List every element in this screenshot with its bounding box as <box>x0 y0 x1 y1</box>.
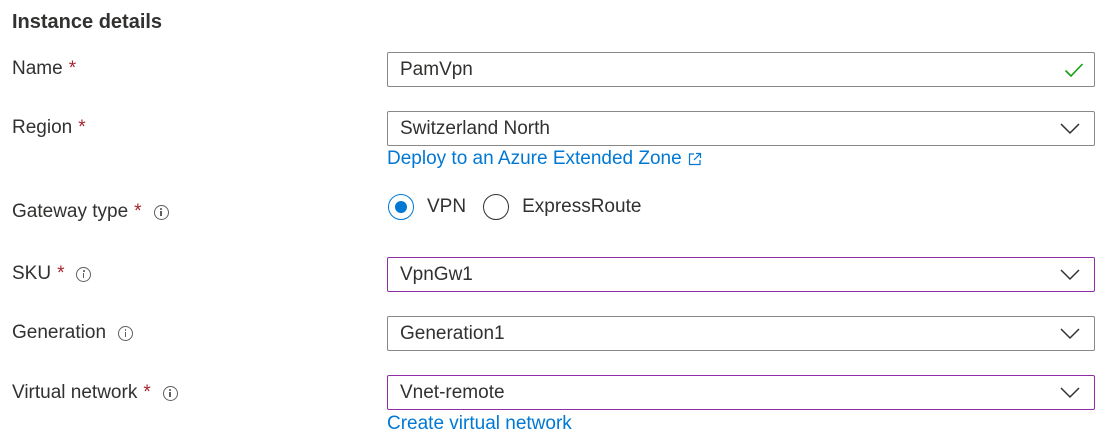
region-label-row: Region * <box>12 117 86 139</box>
region-label: Region <box>12 117 73 138</box>
radio-expressroute-label: ExpressRoute <box>522 196 642 217</box>
chevron-down-icon <box>1060 123 1080 135</box>
deploy-extended-zone-link[interactable]: Deploy to an Azure Extended Zone <box>387 148 702 170</box>
radio-option-vpn[interactable]: VPN <box>388 194 466 220</box>
info-icon[interactable] <box>153 204 169 220</box>
virtual-network-label-row: Virtual network * <box>12 382 178 404</box>
chevron-down-icon <box>1060 328 1080 340</box>
required-indicator: * <box>57 263 65 284</box>
checkmark-icon <box>1064 63 1084 78</box>
info-icon[interactable] <box>76 266 92 282</box>
radio-expressroute[interactable] <box>483 194 510 220</box>
name-input[interactable]: PamVpn <box>387 52 1095 87</box>
external-link-icon <box>688 152 701 166</box>
required-indicator: * <box>143 382 151 403</box>
section-title: Instance details <box>12 11 163 33</box>
sku-dropdown[interactable]: VpnGw1 <box>387 257 1095 292</box>
radio-vpn-label: VPN <box>427 196 467 217</box>
create-virtual-network-link[interactable]: Create virtual network <box>387 413 572 435</box>
sku-label: SKU <box>12 263 52 284</box>
gateway-type-label: Gateway type <box>12 201 129 222</box>
required-indicator: * <box>134 201 142 222</box>
virtual-network-label: Virtual network <box>12 382 138 403</box>
gateway-type-label-row: Gateway type * <box>12 201 169 223</box>
sku-label-row: SKU * <box>12 263 92 285</box>
info-icon[interactable] <box>118 325 134 341</box>
deploy-extended-zone-link-text: Deploy to an Azure Extended Zone <box>387 148 682 169</box>
info-icon[interactable] <box>162 385 178 401</box>
generation-label-row: Generation <box>12 322 134 344</box>
required-indicator: * <box>68 58 77 79</box>
name-label: Name <box>12 58 63 79</box>
radio-vpn[interactable] <box>388 194 414 220</box>
sku-dropdown-value: VpnGw1 <box>400 263 473 285</box>
radio-option-expressroute[interactable]: ExpressRoute <box>483 194 641 220</box>
generation-dropdown-value: Generation1 <box>400 322 505 344</box>
generation-dropdown[interactable]: Generation1 <box>387 316 1095 351</box>
required-indicator: * <box>78 117 86 138</box>
chevron-down-icon <box>1060 387 1080 399</box>
virtual-network-dropdown[interactable]: Vnet-remote <box>387 375 1095 410</box>
name-label-row: Name * <box>12 58 76 80</box>
region-dropdown-value: Switzerland North <box>400 117 550 139</box>
name-input-value: PamVpn <box>400 58 473 80</box>
chevron-down-icon <box>1060 269 1080 281</box>
gateway-type-radio-group: VPN ExpressRoute <box>388 194 641 220</box>
virtual-network-dropdown-value: Vnet-remote <box>400 381 505 403</box>
generation-label: Generation <box>12 322 107 343</box>
create-virtual-network-link-text: Create virtual network <box>387 413 572 434</box>
region-dropdown[interactable]: Switzerland North <box>387 111 1095 146</box>
